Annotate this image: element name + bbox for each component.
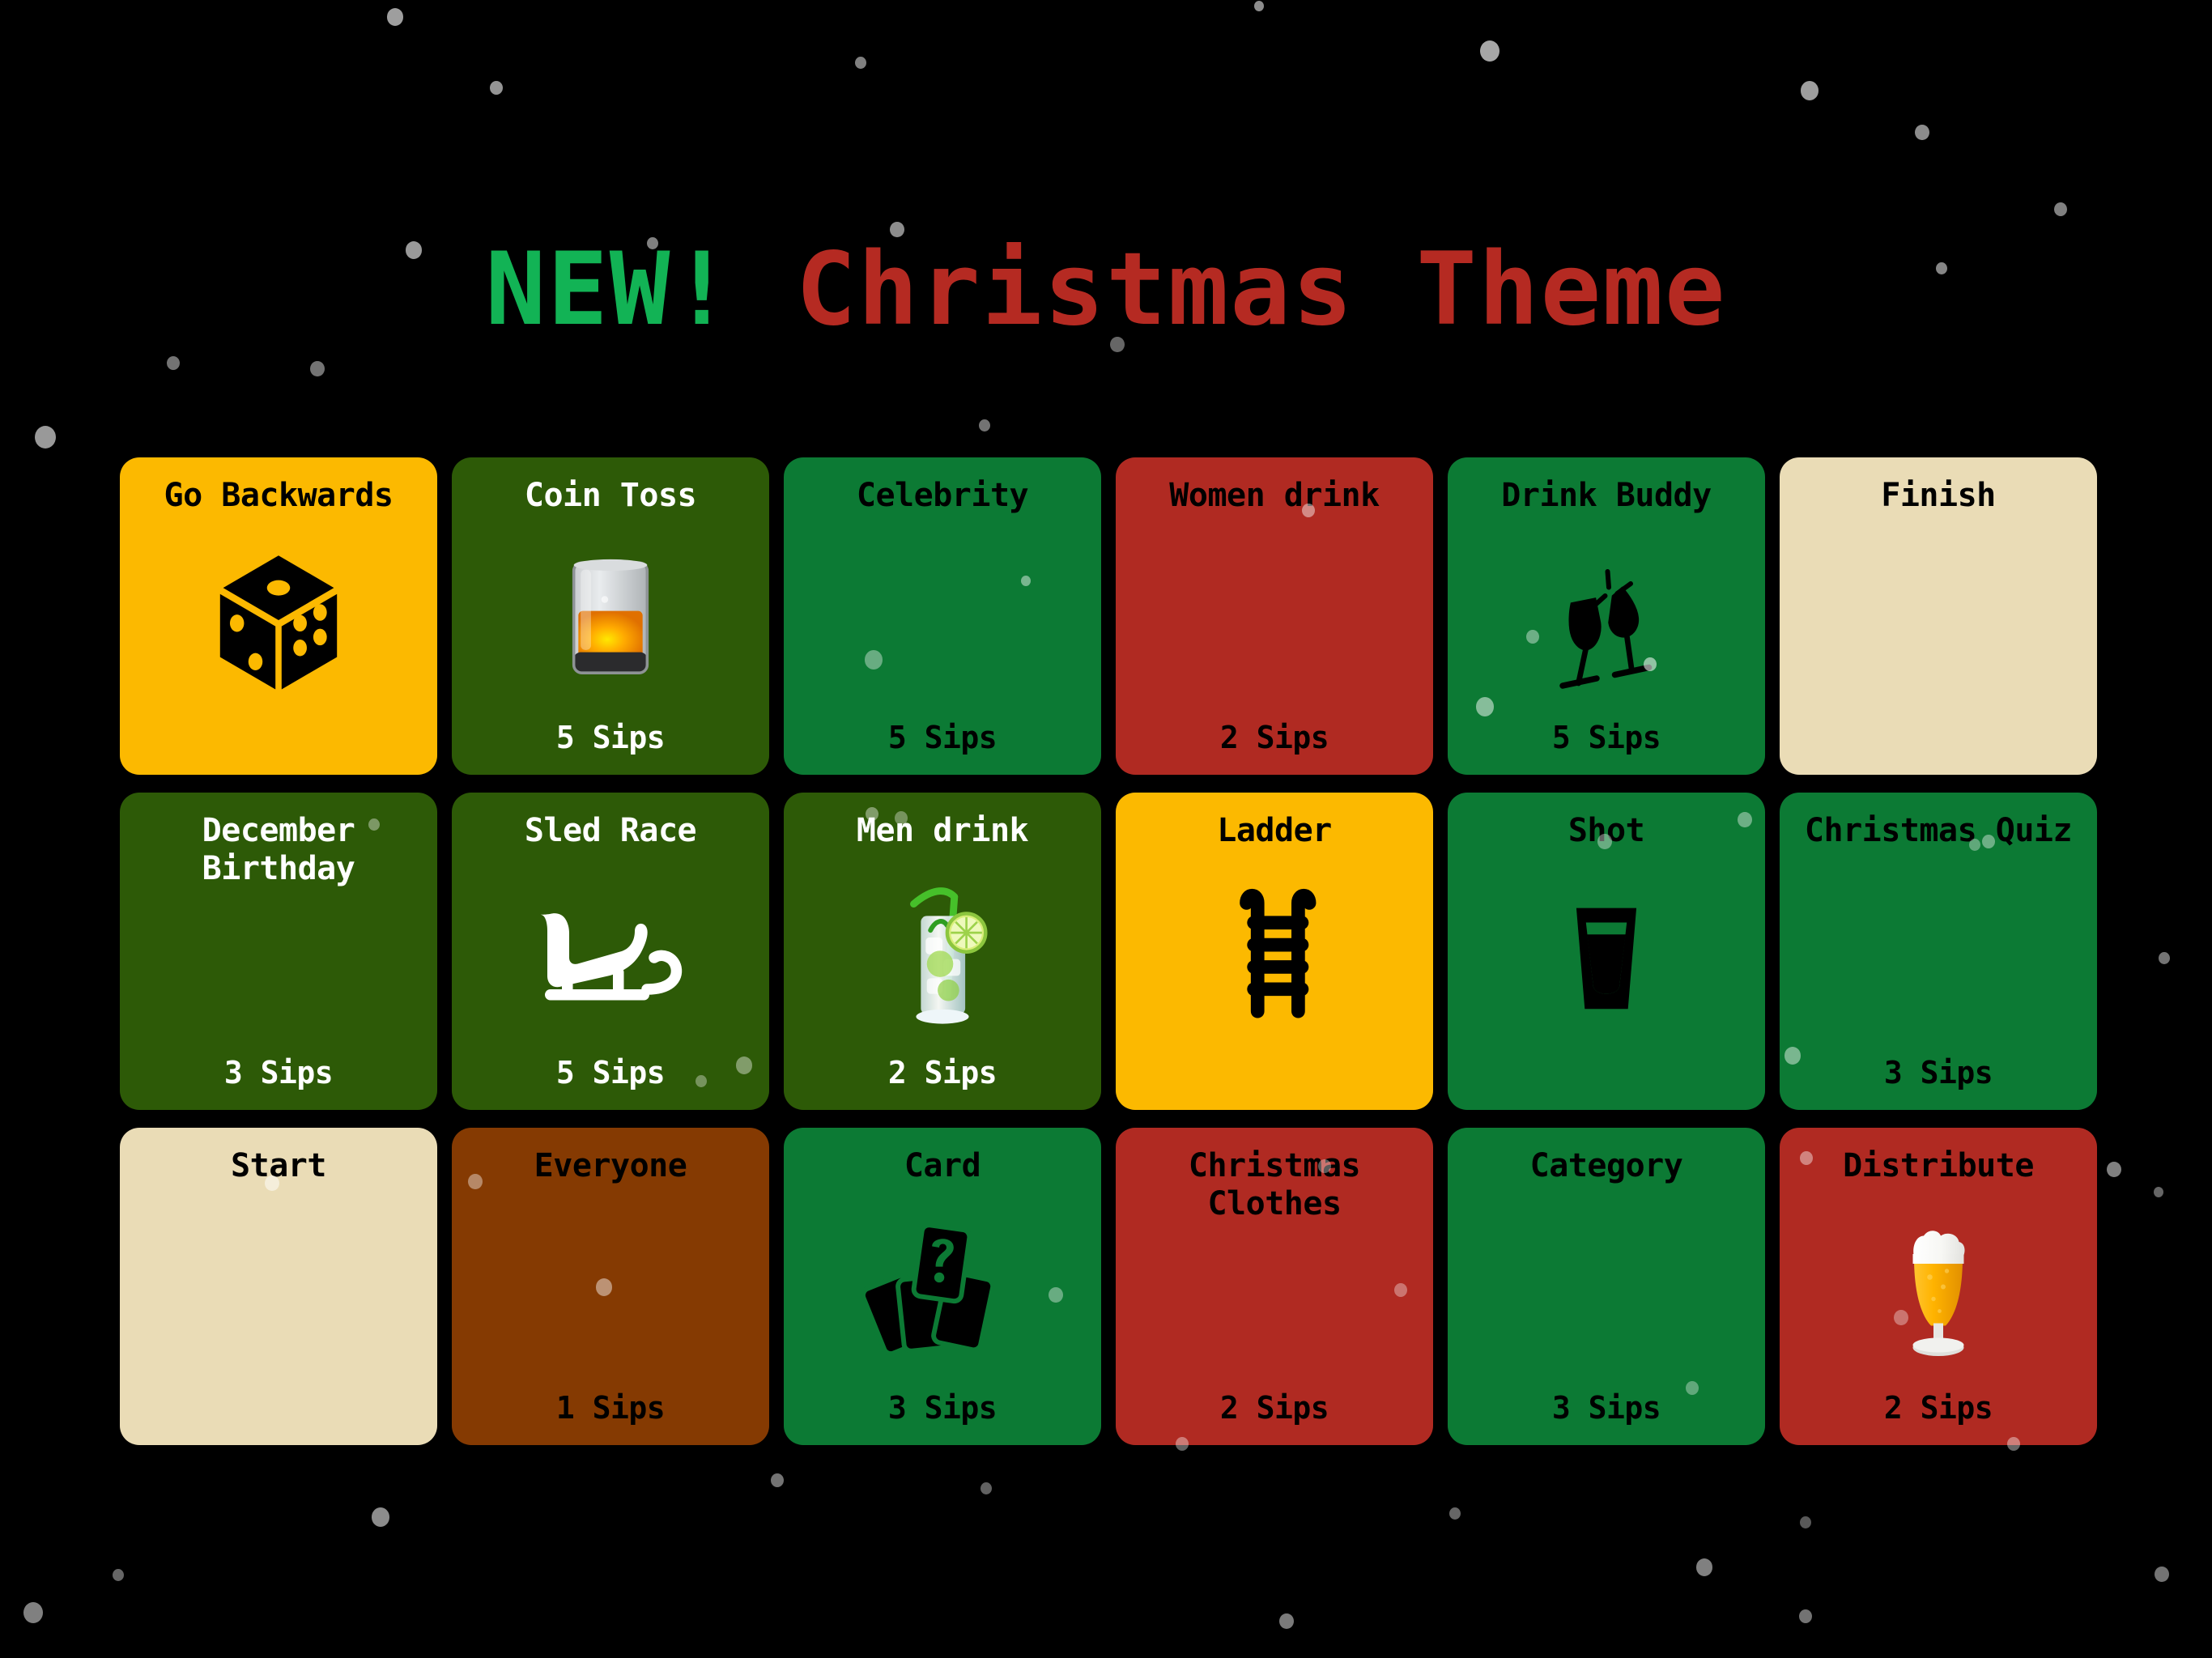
snowflake [167,356,180,371]
tile-icon-empty [1127,520,1422,720]
snowflake [1480,40,1499,62]
tile-title: Finish [1881,477,1996,514]
snowflake [855,57,866,70]
tile-title: Card [904,1147,981,1184]
tile-title: Christmas Quiz [1804,812,2073,849]
tile-title: Women drink [1169,477,1380,514]
title-new-badge: NEW! [485,232,734,348]
snowflake [1279,1613,1294,1630]
tile-title: Shot [1568,812,1645,849]
board-tile[interactable]: Go Backwards [120,457,437,775]
tile-sips-label: 5 Sips [1551,720,1661,755]
snowflake [1254,1,1264,11]
tile-title: Everyone [534,1147,687,1184]
snowflake [310,361,325,377]
board-tile[interactable]: Everyone 1 Sips [452,1128,769,1445]
tile-sips-label: 5 Sips [887,720,998,755]
tile-title: December Birthday [202,812,355,888]
tile-sips-label: 2 Sips [1883,1390,1993,1426]
tile-sips-label: 3 Sips [1883,1055,1993,1090]
tile-sips-label: 3 Sips [223,1055,334,1090]
snowflake [979,419,990,432]
tile-sips-label: 2 Sips [1219,1390,1329,1426]
snowflake [23,1602,43,1623]
snowflake [2155,1567,2169,1583]
board-tile[interactable]: Category 3 Sips [1448,1128,1765,1445]
snowflake [1801,81,1819,100]
tile-icon-empty [131,893,426,1055]
snowflake [35,426,56,449]
board-tile[interactable]: Card 3 Sips [784,1128,1101,1445]
dice-icon [131,520,426,720]
board-tile[interactable]: Coin Toss 5 Sips [452,457,769,775]
sleigh-icon [463,855,758,1055]
tile-icon-empty [1459,1190,1754,1390]
board-tile[interactable]: Christmas Clothes 2 Sips [1116,1128,1433,1445]
tile-title: Go Backwards [164,477,393,514]
tile-title: Drink Buddy [1501,477,1712,514]
shot-glass-icon [1459,855,1754,1055]
board-tile[interactable]: Sled Race 5 Sips [452,793,769,1110]
snowflake [1696,1558,1712,1576]
tile-icon-empty [131,1190,426,1390]
tile-title: Sled Race [524,812,697,849]
snowflake [2107,1162,2121,1178]
tile-title: Distribute [1843,1147,2034,1184]
tile-sips-label: 2 Sips [887,1055,998,1090]
snowflake [1915,125,1929,141]
whiskey-glass-icon [463,520,758,720]
tile-title: Men drink [856,812,1029,849]
page-title: NEW! Christmas Theme [0,240,2212,340]
board-tile[interactable]: Finish [1780,457,2097,775]
tropical-drink-icon [795,855,1090,1055]
beer-glass-icon [1791,1190,2086,1390]
ladder-icon [1127,855,1422,1055]
tile-title: Category [1529,1147,1683,1184]
board-tile[interactable]: Christmas Quiz 3 Sips [1780,793,2097,1110]
snowflake [2159,952,2170,965]
tile-icon-empty [1791,520,2086,720]
tile-title: Celebrity [856,477,1029,514]
board-tile[interactable]: Start [120,1128,437,1445]
title-main-text [734,232,796,348]
tile-sips-label: 2 Sips [1219,720,1329,755]
snowflake [2154,1187,2163,1197]
board-stage: NEW! Christmas Theme Go Backwards Coin T… [0,0,2212,1658]
snowflake [387,8,403,26]
tile-icon-empty [1791,855,2086,1055]
snowflake [1800,1516,1811,1529]
tile-icon-empty [795,520,1090,720]
snowflake [981,1482,992,1495]
snowflake [490,81,503,96]
snowflake [1449,1507,1461,1520]
snowflake [1799,1609,1812,1624]
tile-sips-label: 5 Sips [555,720,666,755]
snowflake [2054,202,2067,217]
board-tile[interactable]: Drink Buddy 5 Sips [1448,457,1765,775]
board-tile[interactable]: Shot [1448,793,1765,1110]
tile-title: Coin Toss [524,477,697,514]
tile-sips-label: 1 Sips [555,1390,666,1426]
board-tile[interactable]: Ladder [1116,793,1433,1110]
board-tile[interactable]: December Birthday 3 Sips [120,793,437,1110]
tile-sips-label: 3 Sips [887,1390,998,1426]
playing-cards-icon [795,1190,1090,1390]
tile-title: Ladder [1217,812,1332,849]
board-tile[interactable]: Celebrity 5 Sips [784,457,1101,775]
snowflake [771,1473,784,1488]
tile-title: Christmas Clothes [1188,1147,1361,1223]
tile-icon-empty [463,1190,758,1390]
tile-grid: Go Backwards Coin Toss 5 Sips Celebrity … [120,457,2097,1445]
title-theme-text: Christmas Theme [795,232,1727,348]
board-tile[interactable]: Distribute 2 Sips [1780,1128,2097,1445]
tile-sips-label: 3 Sips [1551,1390,1661,1426]
tile-sips-label: 5 Sips [555,1055,666,1090]
tile-title: Start [231,1147,326,1184]
clinking-glasses-icon [1459,520,1754,720]
snowflake [113,1569,124,1582]
board-tile[interactable]: Women drink 2 Sips [1116,457,1433,775]
snowflake [372,1507,389,1527]
tile-icon-empty [1127,1228,1422,1390]
board-tile[interactable]: Men drink 2 Sips [784,793,1101,1110]
